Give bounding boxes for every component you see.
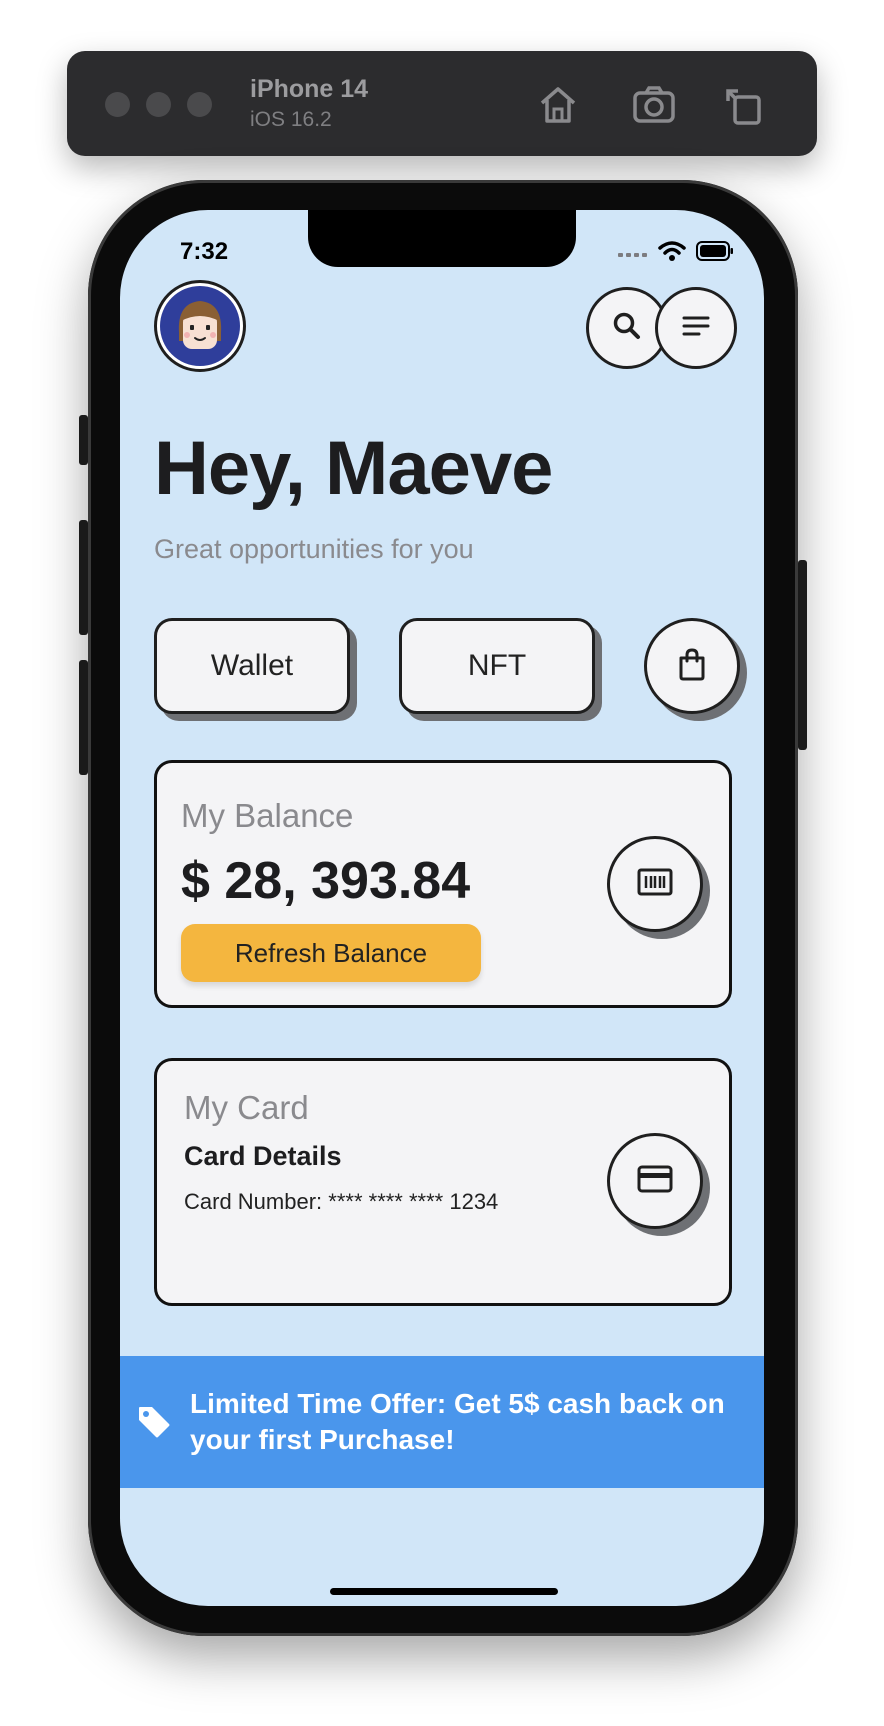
card-number: Card Number: **** **** **** 1234 [184, 1189, 499, 1214]
volume-down-button [79, 660, 88, 775]
status-time: 7:32 [180, 238, 229, 265]
zoom-window-button[interactable] [187, 92, 212, 117]
power-button [798, 560, 807, 750]
greeting-title: Hey, Maeve [154, 426, 553, 511]
close-window-button[interactable] [105, 92, 130, 117]
notch [308, 210, 576, 267]
os-version: iOS 16.2 [250, 108, 332, 131]
menu-icon [679, 309, 713, 348]
screenshot-icon[interactable] [630, 81, 678, 129]
balance-card: My Balance $ 28, 393.84 Refresh Balance [154, 760, 732, 1008]
volume-up-button [79, 520, 88, 635]
shopping-bag-icon [677, 647, 707, 686]
home-indicator[interactable] [330, 1588, 558, 1595]
battery-icon [696, 241, 734, 266]
barcode-button[interactable] [607, 836, 703, 932]
wifi-icon [658, 240, 686, 267]
minimize-window-button[interactable] [146, 92, 171, 117]
credit-card-button[interactable] [607, 1133, 703, 1229]
my-card: My Card Card Details Card Number: **** *… [154, 1058, 732, 1306]
search-icon [610, 309, 644, 348]
simulator-toolbar: iPhone 14 iOS 16.2 [67, 51, 817, 156]
shopping-bag-button[interactable] [644, 618, 740, 714]
menu-button[interactable] [655, 287, 737, 369]
offer-text: Limited Time Offer: Get 5$ cash back on … [190, 1388, 725, 1455]
card-details-title: Card Details [184, 1141, 342, 1171]
greeting-subtitle: Great opportunities for you [154, 534, 474, 564]
my-card-label: My Card [184, 1089, 309, 1126]
refresh-balance-button[interactable]: Refresh Balance [181, 924, 481, 982]
status-icons [618, 240, 734, 267]
wallet-button[interactable]: Wallet [154, 618, 350, 714]
rotate-icon[interactable] [720, 81, 768, 129]
balance-label: My Balance [181, 797, 354, 834]
device-name: iPhone 14 [250, 75, 369, 103]
mute-switch [79, 415, 88, 465]
home-icon[interactable] [534, 81, 582, 129]
nft-button[interactable]: NFT [399, 618, 595, 714]
tag-icon [136, 1404, 172, 1445]
credit-card-icon [637, 1165, 673, 1198]
balance-amount: $ 28, 393.84 [181, 852, 471, 910]
offer-banner[interactable]: Limited Time Offer: Get 5$ cash back on … [120, 1356, 764, 1488]
avatar[interactable] [154, 280, 246, 372]
app-screen: 7:32 Hey, Maeve Great opportunities for … [120, 210, 764, 1606]
barcode-icon [637, 868, 673, 901]
signal-icon [618, 245, 648, 263]
